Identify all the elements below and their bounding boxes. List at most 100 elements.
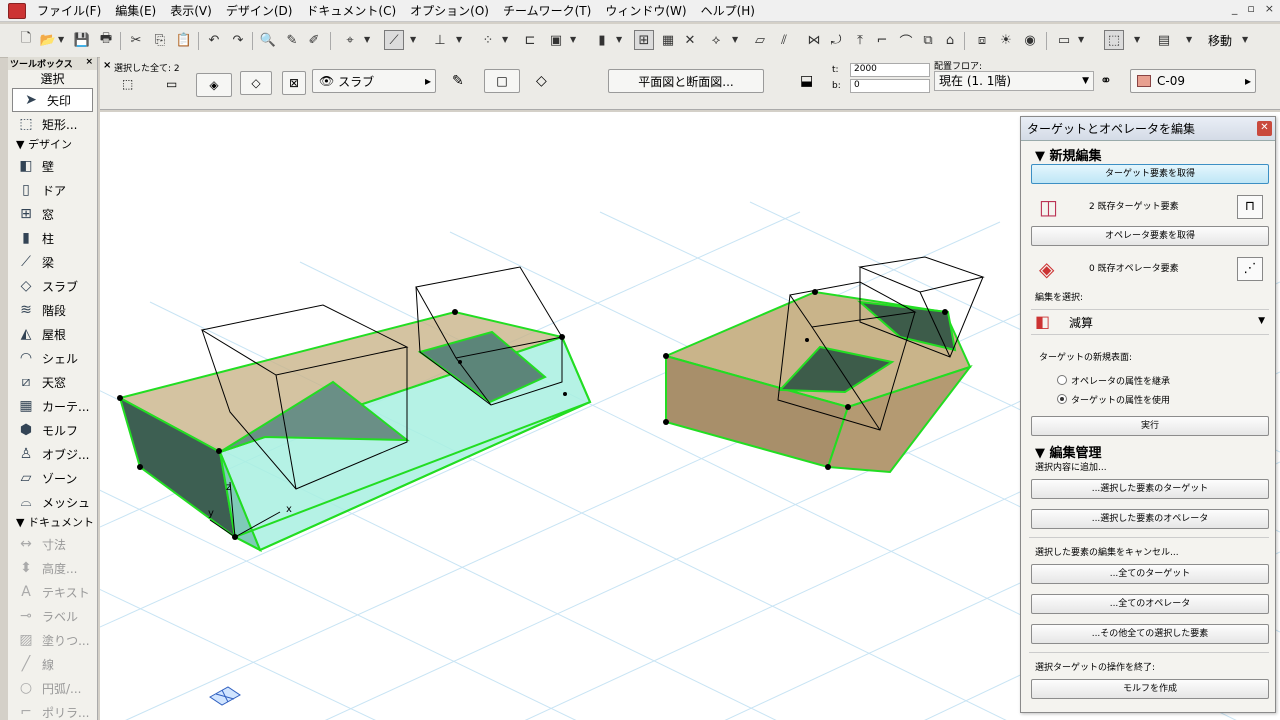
all-targets-button[interactable]: ...全てのターゲット	[1031, 564, 1269, 584]
tool-text[interactable]: A テキスト	[8, 580, 97, 604]
tool-marquee[interactable]: ⬚ 矩形...	[8, 112, 97, 136]
get-target-button[interactable]: ターゲット要素を取得	[1031, 164, 1269, 184]
close-icon[interactable]: ✕	[1257, 121, 1272, 136]
selection-method-icon[interactable]: ⬚	[122, 77, 146, 99]
tool-shell[interactable]: ◠ シェル	[8, 346, 97, 370]
create-morph-button[interactable]: モルフを作成	[1031, 679, 1269, 699]
target-icon[interactable]: ◉	[1020, 30, 1040, 50]
chevron-down-icon[interactable]: ▼	[58, 30, 67, 50]
grid-navigator-icon[interactable]	[209, 686, 241, 706]
elevate-icon[interactable]: ⤒	[850, 30, 870, 50]
save-icon[interactable]: 💾	[72, 30, 92, 50]
edit-manage-section-header[interactable]: ▼ 編集管理	[1035, 442, 1102, 461]
chevron-down-icon[interactable]: ▼	[1078, 30, 1087, 50]
tool-window[interactable]: ⊞ 窓	[8, 202, 97, 226]
eyedropper-icon[interactable]: ✎	[282, 30, 302, 50]
close-window-button[interactable]: ×	[1265, 2, 1274, 15]
layers-icon[interactable]: ▣	[546, 30, 566, 50]
rotate-icon[interactable]: ⤾	[826, 30, 846, 50]
chevron-down-icon[interactable]: ▼	[1242, 30, 1251, 50]
tool-dimension[interactable]: ↔ 寸法	[8, 532, 97, 556]
select-operators-button[interactable]: ...選択した要素のオペレータ	[1031, 509, 1269, 529]
snap-icon[interactable]: ⊥	[430, 30, 450, 50]
rotated-rect-icon[interactable]: ◇	[536, 73, 547, 89]
tool-skylight[interactable]: ⧄ 天窓	[8, 370, 97, 394]
link-icon[interactable]: ⚭	[1100, 73, 1112, 89]
chevron-down-icon[interactable]: ▼	[364, 30, 373, 50]
ruler-icon[interactable]: ▱	[750, 30, 770, 50]
syringe-icon[interactable]: ✐	[304, 30, 324, 50]
tool-curtain-wall[interactable]: ▦ カーテ...	[8, 394, 97, 418]
tool-label-tool[interactable]: ⊸ ラベル	[8, 604, 97, 628]
offset-icon[interactable]: ⧉	[918, 30, 938, 50]
render-icon[interactable]: ⧈	[972, 30, 992, 50]
trace-icon[interactable]: ⟡	[706, 30, 726, 50]
slab-element-selector[interactable]: 👁 スラブ ▸	[312, 69, 436, 93]
menu-file[interactable]: ファイル(F)	[30, 1, 108, 21]
menu-design[interactable]: デザイン(D)	[219, 1, 300, 21]
all-operators-button[interactable]: ...全てのオペレータ	[1031, 594, 1269, 614]
chevron-down-icon[interactable]: ▼	[570, 30, 579, 50]
eraser-geometry-icon[interactable]: ◈	[196, 73, 232, 97]
highlight-operator-icon[interactable]: ⋰	[1237, 257, 1263, 281]
design-section-header[interactable]: ▼ デザイン	[8, 136, 97, 154]
tool-level[interactable]: ⬍ 高度...	[8, 556, 97, 580]
tool-arrow[interactable]: ➤ 矢印	[12, 88, 93, 112]
menu-document[interactable]: ドキュメント(C)	[299, 1, 403, 21]
inherit-operator-radio[interactable]	[1057, 375, 1067, 385]
print-icon[interactable]: 🖶	[96, 30, 116, 50]
paste-icon[interactable]: 📋	[174, 30, 194, 50]
3d-view-icon[interactable]: ⬚	[1104, 30, 1124, 50]
copy-icon[interactable]: ⎘	[150, 30, 170, 50]
tool-roof[interactable]: ◭ 屋根	[8, 322, 97, 346]
use-target-radio[interactable]	[1057, 394, 1067, 404]
chevron-down-icon[interactable]: ▼	[1134, 30, 1143, 50]
floor-dropdown[interactable]: 現在 (1. 1階) ▼	[934, 71, 1094, 91]
tool-fill[interactable]: ▨ 塗りつ...	[8, 628, 97, 652]
highlight-target-icon[interactable]: ⊓	[1237, 195, 1263, 219]
open-file-icon[interactable]: 📂	[38, 30, 58, 50]
find-icon[interactable]: 🔍	[258, 30, 278, 50]
tool-slab[interactable]: ◇ スラブ	[8, 274, 97, 298]
tool-stair[interactable]: ≋ 階段	[8, 298, 97, 322]
mirror-icon[interactable]: ⋈	[804, 30, 824, 50]
get-operator-button[interactable]: オペレータ要素を取得	[1031, 226, 1269, 246]
sun-icon[interactable]: ☀	[996, 30, 1016, 50]
tool-column[interactable]: ▮ 柱	[8, 226, 97, 250]
pen-icon[interactable]: ▮	[592, 30, 612, 50]
document-section-header[interactable]: ▼ ドキュメント	[8, 514, 97, 532]
new-edit-section-header[interactable]: ▼ 新規編集	[1035, 145, 1102, 164]
tool-beam[interactable]: ⟋ 梁	[8, 250, 97, 274]
tool-morph[interactable]: ⬢ モルフ	[8, 418, 97, 442]
explode-icon[interactable]: ⌂	[940, 30, 960, 50]
thickness-field[interactable]: 2000	[850, 63, 930, 77]
cut-icon[interactable]: ✂	[126, 30, 146, 50]
redo-icon[interactable]: ↷	[228, 30, 248, 50]
layout-icon[interactable]: ▤	[1154, 30, 1174, 50]
menu-edit[interactable]: 編集(E)	[108, 1, 163, 21]
menu-help[interactable]: ヘルプ(H)	[694, 1, 762, 21]
tool-object[interactable]: ♙ オブジ...	[8, 442, 97, 466]
all-other-button[interactable]: ...その他全ての選択した要素	[1031, 624, 1269, 644]
3d-geometry-icon[interactable]: ◇	[240, 71, 272, 95]
menu-view[interactable]: 表示(V)	[163, 1, 219, 21]
grid-snap-icon[interactable]: ⁘	[478, 30, 498, 50]
table-icon[interactable]: ▦	[658, 30, 678, 50]
corner-icon[interactable]: ⌐	[872, 30, 892, 50]
window-icon[interactable]: ▭	[1054, 30, 1074, 50]
tool-mesh[interactable]: ⌓ メッシュ	[8, 490, 97, 514]
guide-lines-icon[interactable]: ⟋	[384, 30, 404, 50]
close-icon[interactable]: ×	[103, 60, 111, 71]
chevron-down-icon[interactable]: ▼	[502, 30, 511, 50]
chevron-down-icon[interactable]: ▼	[1186, 30, 1195, 50]
minimize-button[interactable]: _	[1232, 2, 1238, 15]
tool-wall[interactable]: ◧ 壁	[8, 154, 97, 178]
tool-zone[interactable]: ▱ ゾーン	[8, 466, 97, 490]
menu-options[interactable]: オプション(O)	[403, 1, 496, 21]
tool-polyline[interactable]: ⌐ ポリラ...	[8, 700, 97, 720]
plan-section-button[interactable]: 平面図と断面図...	[608, 69, 764, 93]
operation-dropdown[interactable]: ◧ 減算 ▼	[1031, 309, 1269, 335]
chevron-down-icon[interactable]: ▼	[616, 30, 625, 50]
align-icon[interactable]: ⊏	[520, 30, 540, 50]
left-slab-morph[interactable]	[117, 310, 592, 553]
